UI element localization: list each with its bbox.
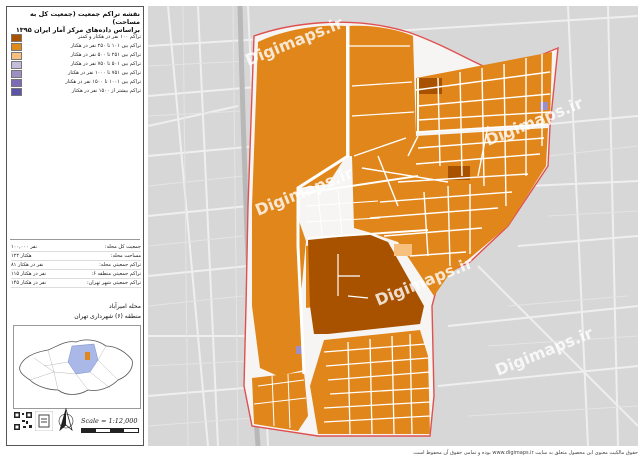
legend-item-label: تراکم ۱۰۰ نفر در هکتار و کمتر	[78, 34, 141, 40]
inset-locator-map	[13, 325, 141, 409]
stat-key: تراکم جمعیتی محله:	[99, 262, 141, 268]
stat-value: ۱۲۲ هکتار	[11, 253, 32, 259]
legend-item: تراکم بیشتر از ۱۵۰۰ نفر در هکتار	[11, 87, 141, 96]
legend-item-label: تراکم بیشتر از ۱۵۰۰ نفر در هکتار	[71, 88, 141, 94]
legend-item-label: تراکم بین ۱۰۰۱ تا ۱۵۰۰ نفر در هکتار	[65, 79, 141, 85]
density-block-medium-light	[394, 244, 412, 256]
legend-item-label: تراکم بین ۱۰۱ تا ۲۵۰ نفر در هکتار	[70, 43, 141, 49]
stat-key: تراکم جمعیتی شهر تهران:	[86, 280, 141, 286]
district-name: محله امیرآباد	[108, 303, 141, 310]
legend-item-label: تراکم بین ۷۵۱ تا ۱۰۰۰ نفر در هکتار	[68, 70, 141, 76]
legend-item: تراکم ۱۰۰ نفر در هکتار و کمتر	[11, 33, 141, 42]
legend-title-line: نقشه تراکم جمعیت (جمعیت کل به مساحت)	[29, 10, 140, 26]
legend-item-label: تراکم بین ۵۰۱ تا ۷۵۰ نفر در هکتار	[70, 61, 141, 67]
stat-value: ۱۴۵ نفر در هکتار	[11, 280, 47, 286]
scale-label: Scale = 1:12,000	[81, 417, 138, 425]
north-arrow-icon	[58, 408, 74, 432]
legend-item: تراکم بین ۵۰۱ تا ۷۵۰ نفر در هکتار	[11, 60, 141, 69]
map-sheet: نقشه تراکم جمعیت (جمعیت کل به مساحت) برا…	[0, 0, 643, 461]
map-canvas[interactable]: Digimaps.ir Digimaps.ir Digimaps.ir Digi…	[148, 6, 638, 446]
inset-map-svg	[19, 339, 133, 395]
legend-item: تراکم بین ۱۰۱ تا ۲۵۰ نفر در هکتار	[11, 42, 141, 51]
legend-item: تراکم بین ۲۵۱ تا ۵۰۰ نفر در هکتار	[11, 51, 141, 60]
stat-row: ۸۱ نفر در هکتار تراکم جمعیتی محله:	[11, 261, 141, 270]
qr-code-icon	[13, 411, 33, 431]
stat-key: تراکم جمعیتی منطقه ۶:	[91, 271, 141, 277]
stat-value: ۱۱۵ نفر در هکتار	[11, 271, 47, 277]
legend-item: تراکم بین ۷۵۱ تا ۱۰۰۰ نفر در هکتار	[11, 69, 141, 78]
stat-value: ۱۰۰,۰۰۰ نفر	[11, 244, 37, 250]
stat-row: ۱۰۰,۰۰۰ نفر جمعیت کل محله:	[11, 243, 141, 252]
legend-item: تراکم بین ۱۰۰۱ تا ۱۵۰۰ نفر در هکتار	[11, 78, 141, 87]
municipal-area: منطقه (۶) شهرداری تهران	[74, 313, 141, 320]
legend-title: نقشه تراکم جمعیت (جمعیت کل به مساحت) برا…	[10, 10, 140, 34]
stat-row: ۱۱۵ نفر در هکتار تراکم جمعیتی منطقه ۶:	[11, 270, 141, 279]
map-svg: Digimaps.ir Digimaps.ir Digimaps.ir Digi…	[148, 6, 638, 446]
legend-item-label: تراکم بین ۲۵۱ تا ۵۰۰ نفر در هکتار	[70, 52, 141, 58]
amirabad-highlight	[85, 352, 90, 360]
scale-bar	[81, 428, 139, 433]
stat-key: مساحت محله:	[110, 253, 141, 259]
legend-panel: نقشه تراکم جمعیت (جمعیت کل به مساحت) برا…	[6, 6, 144, 446]
stat-row: ۱۴۵ نفر در هکتار تراکم جمعیتی شهر تهران:	[11, 279, 141, 288]
stat-row: ۱۲۲ هکتار مساحت محله:	[11, 252, 141, 261]
footer-copyright: حقوق مالکیت معنوی این محصول متعلق به سای…	[412, 450, 638, 456]
digimaps-logo-icon	[35, 411, 53, 431]
stat-value: ۸۱ نفر در هکتار	[11, 262, 44, 268]
stat-key: جمعیت کل محله:	[104, 244, 141, 250]
legend-divider	[10, 239, 140, 240]
density-block-northwest	[348, 25, 416, 157]
